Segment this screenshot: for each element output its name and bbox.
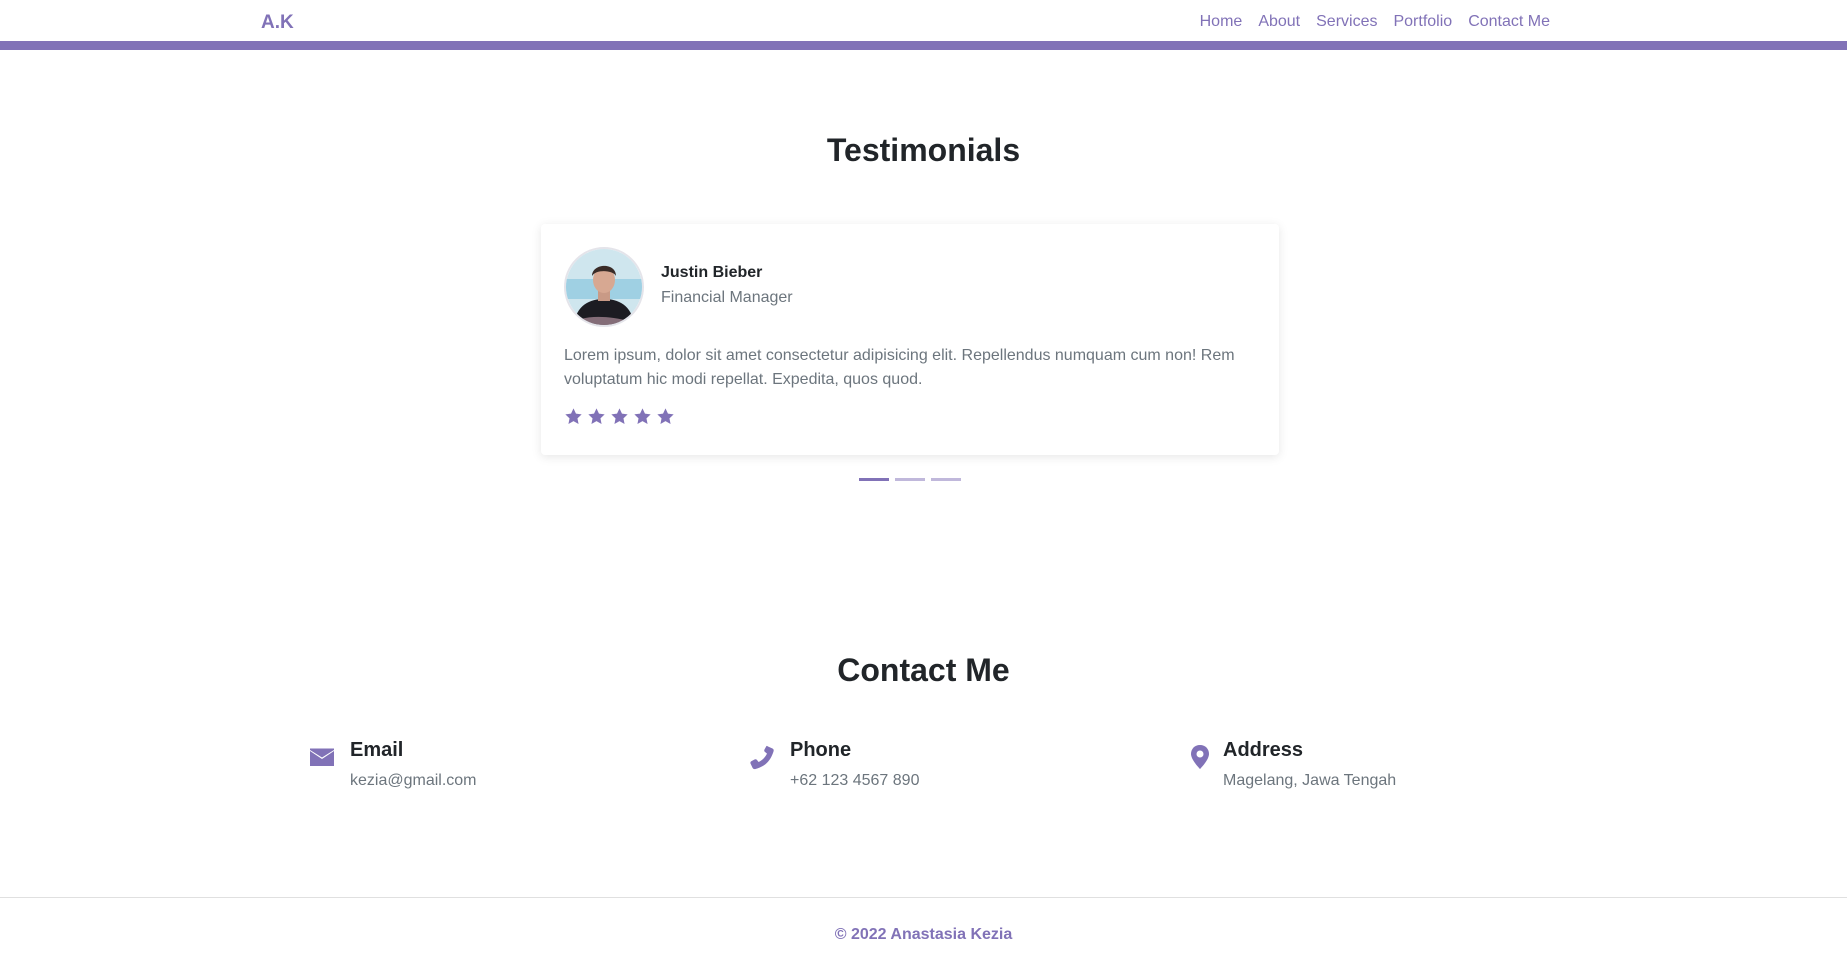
star-icon — [633, 407, 652, 426]
nav-link-about[interactable]: About — [1258, 13, 1300, 31]
star-icon — [564, 407, 583, 426]
nav-links: Home About Services Portfolio Contact Me — [1200, 13, 1550, 31]
carousel-indicator-3[interactable] — [931, 478, 961, 481]
rating-stars — [564, 407, 675, 426]
nav-link-portfolio[interactable]: Portfolio — [1393, 13, 1452, 31]
contact-address-value: Magelang, Jawa Tengah — [1223, 772, 1397, 789]
avatar — [564, 247, 644, 327]
nav-link-home[interactable]: Home — [1200, 13, 1243, 31]
envelope-icon — [309, 744, 335, 770]
contact-phone-title: Phone — [790, 739, 852, 761]
contact-email-title: Email — [350, 739, 404, 761]
carousel-indicators — [859, 478, 961, 481]
testimonial-text: Lorem ipsum, dolor sit amet consectetur … — [564, 347, 1235, 388]
footer-copyright: © 2022 Anastasia Kezia — [834, 926, 1013, 943]
star-icon — [656, 407, 675, 426]
contact-address-title: Address — [1223, 739, 1304, 761]
carousel-indicator-2[interactable] — [895, 478, 925, 481]
contact-phone-value: +62 123 4567 890 — [790, 772, 920, 789]
testimonial-card: Justin Bieber Financial Manager Lorem ip… — [541, 224, 1279, 455]
footer: © 2022 Anastasia Kezia — [0, 897, 1847, 961]
brand-logo[interactable]: A.K — [261, 12, 294, 34]
testimonial-role: Financial Manager — [661, 289, 793, 306]
contact-email-value: kezia@gmail.com — [350, 772, 477, 789]
star-icon — [610, 407, 629, 426]
phone-icon — [749, 744, 775, 770]
star-icon — [587, 407, 606, 426]
carousel-indicator-1[interactable] — [859, 478, 889, 481]
nav-link-contact[interactable]: Contact Me — [1468, 13, 1550, 31]
contact-title: Contact Me — [837, 652, 1010, 688]
testimonial-name: Justin Bieber — [661, 264, 763, 281]
map-pin-icon — [1187, 744, 1213, 770]
nav-link-services[interactable]: Services — [1316, 13, 1377, 31]
navbar: A.K Home About Services Portfolio Contac… — [0, 0, 1847, 50]
testimonials-title: Testimonials — [826, 132, 1021, 168]
